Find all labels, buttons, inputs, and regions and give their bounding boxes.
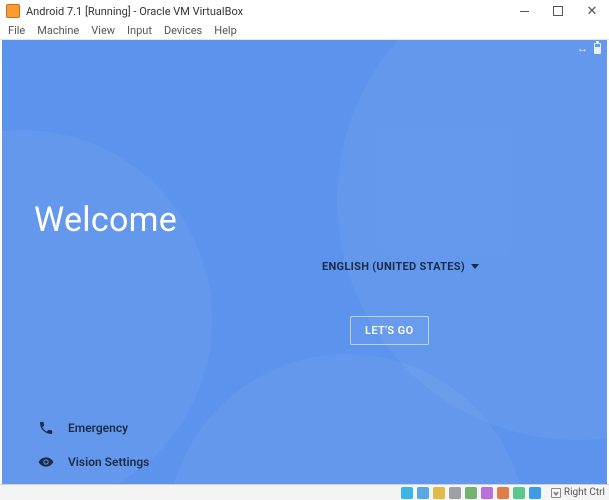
vision-settings-button[interactable]: Vision Settings xyxy=(38,454,149,470)
cpu-indicator-icon[interactable] xyxy=(529,487,541,499)
menu-file[interactable]: File xyxy=(8,24,25,37)
vm-menubar: File Machine View Input Devices Help xyxy=(0,22,609,40)
minimize-button[interactable] xyxy=(507,0,541,22)
optical-indicator-icon[interactable] xyxy=(417,487,429,499)
android-status-bar: ↔ xyxy=(577,42,601,55)
hdd-indicator-icon[interactable] xyxy=(401,487,413,499)
vm-window-titlebar: Android 7.1 [Running] - Oracle VM Virtua… xyxy=(0,0,609,22)
menu-input[interactable]: Input xyxy=(127,24,152,37)
vision-settings-label: Vision Settings xyxy=(68,455,149,469)
window-controls: ✕ xyxy=(507,0,609,22)
android-setup-screen: ↔ Welcome ENGLISH (UNITED STATES) LET'S … xyxy=(2,40,607,484)
display-indicator-icon[interactable] xyxy=(497,487,509,499)
audio-indicator-icon[interactable] xyxy=(433,487,445,499)
menu-devices[interactable]: Devices xyxy=(164,24,202,37)
close-button[interactable]: ✕ xyxy=(575,0,609,22)
ethernet-icon: ↔ xyxy=(577,42,588,55)
network-indicator-icon[interactable] xyxy=(449,487,461,499)
usb-indicator-icon[interactable] xyxy=(465,487,477,499)
eye-icon xyxy=(38,454,54,470)
welcome-heading: Welcome xyxy=(34,200,177,240)
menu-help[interactable]: Help xyxy=(214,24,237,37)
emergency-call-button[interactable]: Emergency xyxy=(38,420,149,436)
phone-icon xyxy=(38,420,54,436)
menu-view[interactable]: View xyxy=(91,24,115,37)
menu-machine[interactable]: Machine xyxy=(37,24,79,37)
language-selected-label: ENGLISH (UNITED STATES) xyxy=(322,260,465,273)
shared-folders-indicator-icon[interactable] xyxy=(481,487,493,499)
lets-go-button[interactable]: LET'S GO xyxy=(350,316,429,345)
setup-footer-links: Emergency Vision Settings xyxy=(38,420,149,470)
vm-status-bar: Right Ctrl xyxy=(0,484,609,500)
maximize-button[interactable] xyxy=(541,0,575,22)
language-selector[interactable]: ENGLISH (UNITED STATES) xyxy=(322,260,479,273)
window-title: Android 7.1 [Running] - Oracle VM Virtua… xyxy=(26,5,243,18)
host-key-icon xyxy=(551,488,561,498)
chevron-down-icon xyxy=(471,264,479,269)
recording-indicator-icon[interactable] xyxy=(513,487,525,499)
emergency-label: Emergency xyxy=(68,421,128,435)
battery-icon xyxy=(594,43,601,54)
virtualbox-icon xyxy=(6,4,20,18)
host-key-indicator: Right Ctrl xyxy=(551,487,605,498)
host-key-label: Right Ctrl xyxy=(564,487,605,498)
